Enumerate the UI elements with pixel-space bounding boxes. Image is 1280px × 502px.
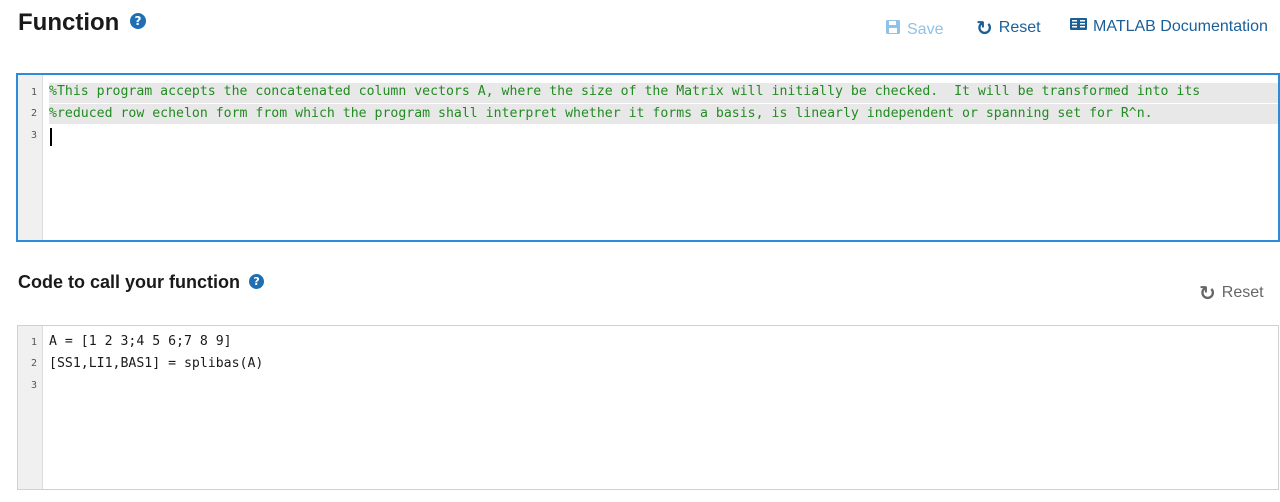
code-line: A = [1 2 3;4 5 6;7 8 9] xyxy=(49,334,232,349)
call-reset-label: Reset xyxy=(1221,284,1264,301)
save-button[interactable]: Save xyxy=(885,19,943,40)
line-number: 2 xyxy=(30,108,37,119)
code-line: %reduced row echelon form from which the… xyxy=(49,106,1153,121)
save-label: Save xyxy=(907,20,944,38)
text-cursor xyxy=(50,128,52,146)
line-number: 3 xyxy=(30,130,37,141)
call-reset-button[interactable]: ↻ Reset xyxy=(1199,281,1264,305)
call-code-editor[interactable]: 1 2 3 A = [1 2 3;4 5 6;7 8 9] [SS1,LI1,B… xyxy=(17,325,1279,490)
reset-label: Reset xyxy=(998,19,1041,36)
question-circle-icon[interactable]: ? xyxy=(249,274,265,290)
floppy-disk-icon xyxy=(885,19,901,40)
question-circle-icon[interactable]: ? xyxy=(129,12,146,29)
doc-label: MATLAB Documentation xyxy=(1093,17,1268,35)
call-function-title-text: Code to call your function xyxy=(18,272,241,292)
code-line: [SS1,LI1,BAS1] = splibas(A) xyxy=(49,356,264,371)
line-number: 2 xyxy=(30,358,37,369)
book-icon xyxy=(1070,17,1087,36)
reset-button[interactable]: ↻ Reset xyxy=(976,16,1041,40)
function-title-text: Function xyxy=(18,9,120,36)
call-function-title: Code to call your function ? xyxy=(18,272,265,293)
line-number: 1 xyxy=(30,87,37,98)
code-area[interactable]: A = [1 2 3;4 5 6;7 8 9] [SS1,LI1,BAS1] =… xyxy=(49,326,1278,489)
function-title: Function ? xyxy=(18,9,146,37)
line-number-gutter: 1 2 3 xyxy=(18,326,43,489)
refresh-icon: ↻ xyxy=(1199,281,1216,305)
line-number-gutter: 1 2 3 xyxy=(18,75,43,240)
line-number: 3 xyxy=(30,380,37,391)
refresh-icon: ↻ xyxy=(976,16,993,40)
code-area[interactable]: %This program accepts the concatenated c… xyxy=(49,75,1278,240)
line-number: 1 xyxy=(30,337,37,348)
matlab-documentation-link[interactable]: MATLAB Documentation xyxy=(1070,17,1268,36)
function-code-editor[interactable]: 1 2 3 %This program accepts the concaten… xyxy=(16,73,1280,242)
code-line: %This program accepts the concatenated c… xyxy=(49,84,1201,99)
